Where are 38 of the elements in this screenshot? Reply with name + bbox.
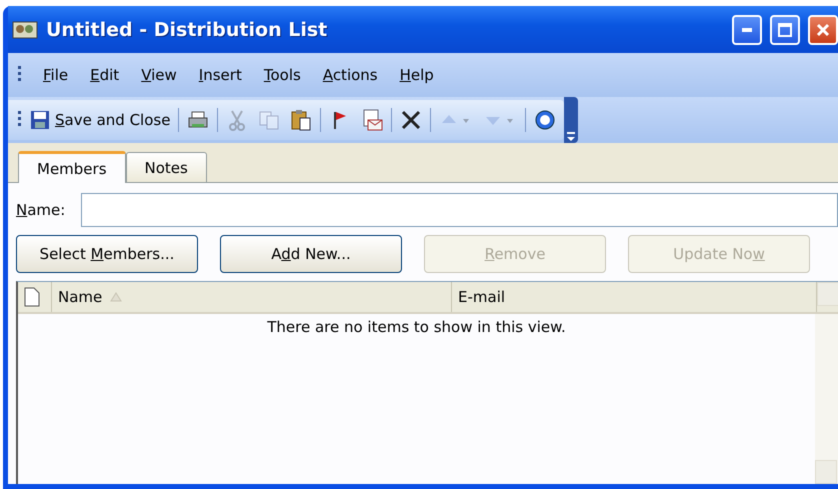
column-header[interactable]: Name <box>52 282 452 312</box>
menu-item[interactable]: Insert <box>198 66 242 84</box>
menu-item[interactable]: View <box>141 66 177 84</box>
minimize-button[interactable] <box>732 14 762 44</box>
close-icon <box>816 22 830 36</box>
name-field[interactable] <box>81 193 838 227</box>
empty-message: There are no items to show in this view. <box>267 318 566 338</box>
save-and-close-button[interactable]: Save and Close <box>27 107 172 133</box>
action-button[interactable]: Add New... <box>220 235 402 273</box>
help-icon <box>536 110 555 130</box>
action-button[interactable]: Select Members... <box>16 235 198 273</box>
down-arrow-dropdown-icon <box>486 117 514 125</box>
delete-icon <box>402 110 421 130</box>
menu-item[interactable]: File <box>43 66 68 84</box>
document-envelope-icon <box>364 110 383 130</box>
close-button[interactable] <box>808 14 838 44</box>
maximize-button[interactable] <box>770 14 800 44</box>
menu-item[interactable]: Edit <box>90 66 120 84</box>
contacts-group-icon <box>12 18 38 40</box>
clipboard-icon <box>292 110 311 130</box>
minimize-icon <box>742 28 752 32</box>
scrollbar[interactable] <box>815 314 838 484</box>
copy-icon <box>260 112 279 130</box>
flag-icon <box>334 112 346 129</box>
menu-item[interactable]: Tools <box>264 66 301 84</box>
overflow-chevron-icon <box>566 131 576 143</box>
toolbar-overflow-button[interactable] <box>564 97 578 143</box>
name-label: Name: <box>16 201 66 219</box>
menu-item[interactable]: Help <box>400 66 434 84</box>
document-icon <box>24 287 40 307</box>
maximize-icon <box>778 22 792 36</box>
tab[interactable]: Members <box>18 151 126 183</box>
printer-icon <box>188 112 208 128</box>
window-title: Untitled - Distribution List <box>46 18 328 40</box>
menu-item[interactable]: Actions <box>322 66 378 84</box>
tab[interactable]: Notes <box>126 152 207 182</box>
scissors-icon <box>229 110 246 131</box>
up-arrow-dropdown-icon <box>442 115 470 123</box>
